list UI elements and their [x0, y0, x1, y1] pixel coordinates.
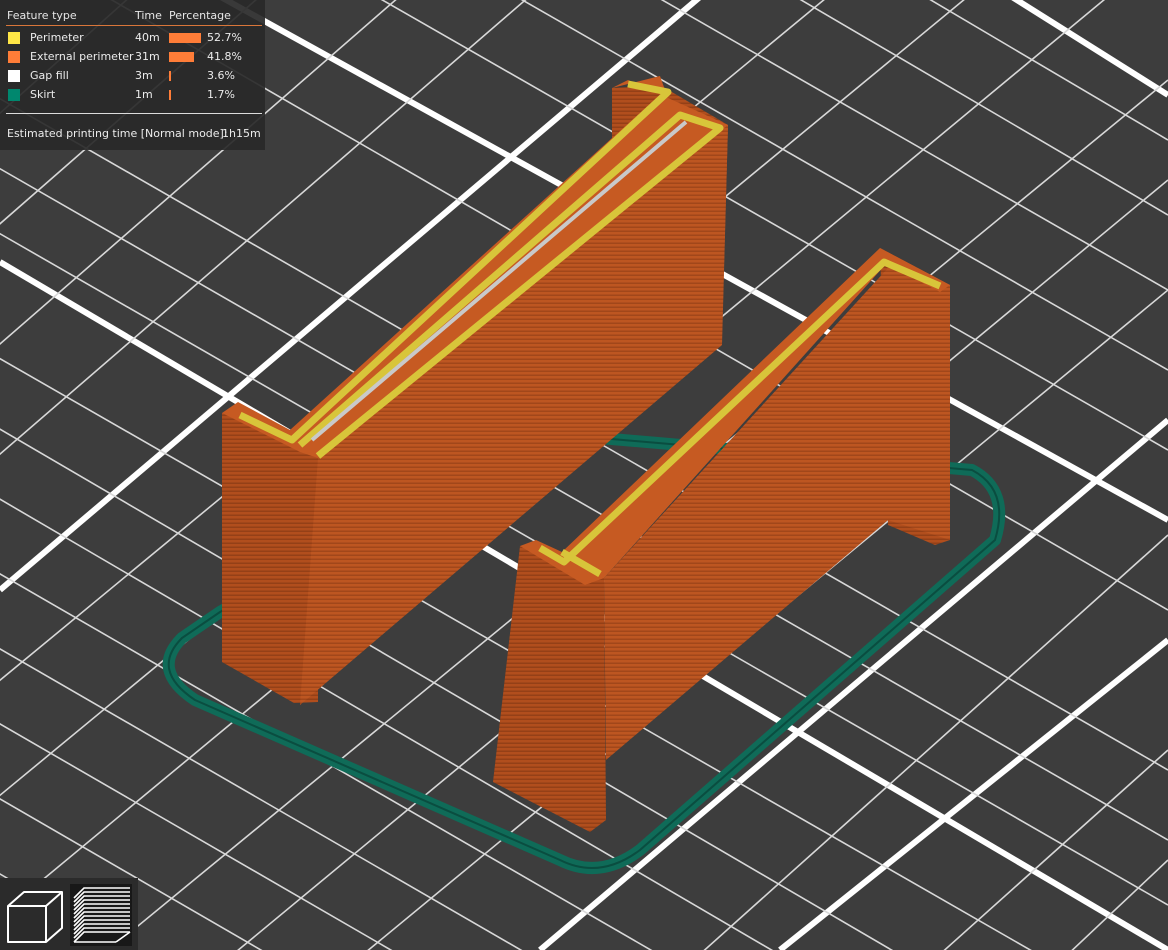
- legend-header-time: Time: [135, 9, 162, 22]
- legend-swatch: [8, 89, 20, 101]
- legend-bar: [169, 52, 194, 62]
- legend-name: Perimeter: [30, 31, 84, 44]
- legend-swatch: [8, 70, 20, 82]
- layers-icon: [73, 887, 131, 943]
- legend-percentage: 41.8%: [207, 50, 242, 63]
- legend-header-feature-type: Feature type: [7, 9, 77, 22]
- estimated-time-label: Estimated printing time [Normal mode]:: [7, 127, 228, 140]
- 3d-view-button[interactable]: [4, 884, 66, 946]
- legend-row-skirt: Skirt 1m 1.7%: [0, 87, 265, 103]
- legend-divider: [6, 113, 262, 114]
- legend-bar: [169, 71, 171, 81]
- view-toolbar: [0, 878, 138, 950]
- legend-header-percentage: Percentage: [169, 9, 231, 22]
- legend-swatch: [8, 51, 20, 63]
- legend-name: Gap fill: [30, 69, 69, 82]
- 3d-preview-viewport[interactable]: Feature type Time Percentage Perimeter 4…: [0, 0, 1168, 950]
- legend-time: 40m: [135, 31, 160, 44]
- legend-row-gap-fill: Gap fill 3m 3.6%: [0, 68, 265, 84]
- layers-view-button[interactable]: [70, 884, 132, 946]
- legend-time: 3m: [135, 69, 153, 82]
- estimated-time-value: 1h15m: [222, 127, 261, 140]
- legend-name: Skirt: [30, 88, 56, 101]
- legend-bar: [169, 90, 171, 100]
- legend-row-perimeter: Perimeter 40m 52.7%: [0, 30, 265, 46]
- legend-percentage: 3.6%: [207, 69, 235, 82]
- legend-header: Feature type Time Percentage: [0, 9, 265, 23]
- legend-panel: Feature type Time Percentage Perimeter 4…: [0, 0, 265, 150]
- legend-time: 1m: [135, 88, 153, 101]
- legend-bar: [169, 33, 201, 43]
- legend-swatch: [8, 32, 20, 44]
- legend-header-divider: [6, 25, 262, 26]
- legend-percentage: 1.7%: [207, 88, 235, 101]
- cube-icon: [7, 891, 63, 943]
- legend-name: External perimeter: [30, 50, 134, 63]
- legend-time: 31m: [135, 50, 160, 63]
- legend-row-external-perimeter: External perimeter 31m 41.8%: [0, 49, 265, 65]
- legend-percentage: 52.7%: [207, 31, 242, 44]
